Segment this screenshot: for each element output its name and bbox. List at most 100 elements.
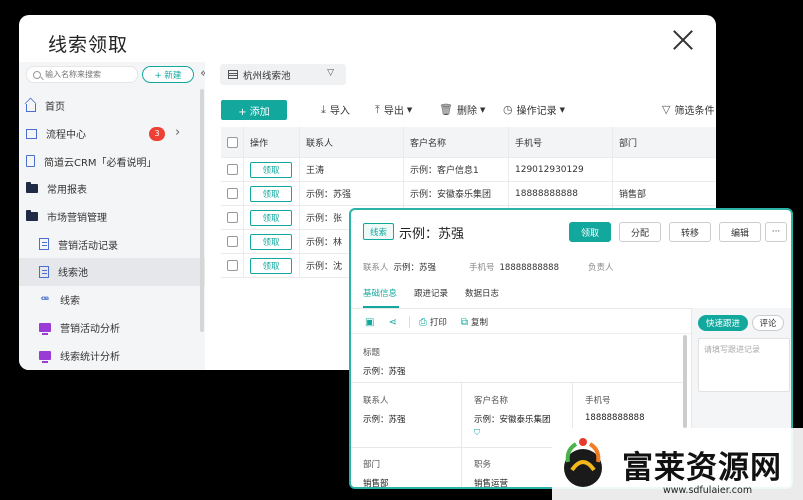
field-value: 销售运营 xyxy=(474,479,509,489)
export-button[interactable]: ⤒ 导出 ▼ xyxy=(375,102,412,118)
view-selector[interactable]: 杭州线索池 ▽ xyxy=(220,64,346,85)
sidebar-item-label: 流程中心 xyxy=(46,130,86,142)
list-icon xyxy=(39,238,49,251)
header-department: 部门 xyxy=(619,138,638,149)
sidebar-item-leads[interactable]: ꟹ 线索 xyxy=(19,286,205,314)
print-icon: ⎙ xyxy=(418,316,427,328)
transfer-button[interactable]: 转移 xyxy=(669,222,711,242)
sidebar-item-label: 市场营销管理 xyxy=(47,213,107,225)
sidebar-item-home[interactable]: 首页 xyxy=(19,92,205,120)
claim-button[interactable]: 领取 xyxy=(250,257,292,274)
header-phone: 手机号 xyxy=(509,127,613,157)
row-checkbox[interactable] xyxy=(226,236,238,247)
field-key: 标题 xyxy=(363,348,381,358)
quick-follow-up-tab[interactable]: 快速跟进 xyxy=(698,315,748,331)
assign-button[interactable]: 分配 xyxy=(619,222,661,242)
close-icon[interactable] xyxy=(672,29,694,51)
claim-button[interactable]: 领取 xyxy=(569,222,611,242)
operation-cell: 领取 xyxy=(244,230,300,253)
sidebar-scrollbar[interactable] xyxy=(200,89,204,332)
tab-follow-up[interactable]: 跟进记录 xyxy=(414,287,448,299)
field-key: 客户名称 xyxy=(474,396,509,406)
view-name: 杭州线索池 xyxy=(243,70,291,82)
table-row[interactable]: 领取 示例：苏强 示例：安徽泰乐集团 18888888888 销售部 xyxy=(221,182,716,206)
new-button[interactable]: + 新建 xyxy=(142,66,194,83)
meta-phone: 手机号 18888888888 xyxy=(469,261,559,273)
select-cell xyxy=(221,158,244,181)
sidebar-item-campaign-analysis[interactable]: 营销活动分析 xyxy=(19,314,205,342)
import-icon: ⤓ xyxy=(321,102,326,116)
field-department: 部门 销售部 xyxy=(363,458,389,489)
share-icon[interactable]: ⋖ xyxy=(388,317,396,328)
add-button[interactable]: + 添加 xyxy=(221,100,287,120)
follow-up-textarea[interactable]: 请填写跟进记录 xyxy=(698,338,790,392)
sidebar-item-reports[interactable]: 常用报表 xyxy=(19,175,205,203)
print-button[interactable]: 打印 xyxy=(430,316,447,328)
customer-cell: 示例：安徽泰乐集团 xyxy=(404,182,509,205)
table-header: 操作 联系人 客户名称 手机号 部门 xyxy=(221,127,716,158)
claim-button[interactable]: 领取 xyxy=(250,185,292,202)
table-row[interactable]: 领取 王涛 示例：客户信息1 129012930129 xyxy=(221,158,716,182)
meta-value: 18888888888 xyxy=(499,263,560,273)
filter-button[interactable]: ▽ 筛选条件 xyxy=(662,102,714,117)
verified-icon: ⛉ xyxy=(474,428,480,437)
copy-button[interactable]: 复制 xyxy=(471,316,488,328)
operation-cell: 领取 xyxy=(244,182,300,205)
contact-cell: 王涛 xyxy=(300,158,404,181)
search-box[interactable] xyxy=(26,66,138,83)
detail-tabs: 基础信息 跟进记录 数据日志 xyxy=(363,287,516,299)
claim-button[interactable]: 领取 xyxy=(250,161,292,178)
sidebar-item-label: 常用报表 xyxy=(47,185,87,197)
select-cell xyxy=(221,206,244,229)
detail-scrollbar[interactable] xyxy=(683,335,687,428)
sidebar-item-flow-center[interactable]: 流程中心 3 › xyxy=(19,120,205,148)
row-checkbox[interactable] xyxy=(226,164,238,175)
divider xyxy=(408,316,410,328)
field-key: 手机号 xyxy=(585,396,611,406)
chevron-right-icon[interactable]: › xyxy=(175,125,180,140)
row-checkbox[interactable] xyxy=(226,188,238,199)
operation-cell: 领取 xyxy=(244,254,300,277)
import-label: 导入 xyxy=(329,106,350,117)
sidebar-item-lead-stats[interactable]: 线索统计分析 xyxy=(19,341,205,369)
operation-log-button[interactable]: ◷ 操作记录 ▼ xyxy=(503,102,565,117)
tab-basic-info[interactable]: 基础信息 xyxy=(363,287,397,299)
phone-cell: 18888888888 xyxy=(509,182,613,205)
tab-data-log[interactable]: 数据日志 xyxy=(465,287,499,299)
edit-button[interactable]: 编辑 xyxy=(719,222,761,242)
image-icon[interactable]: ▣ xyxy=(365,317,374,328)
sidebar-item-lead-pool[interactable]: 线索池 xyxy=(19,258,205,286)
row-checkbox[interactable] xyxy=(226,212,238,223)
sidebar-item-crm-guide[interactable]: 简道云CRM「必看说明」 xyxy=(19,147,205,175)
search-input[interactable] xyxy=(45,70,125,79)
delete-button[interactable]: 🗑 删除 ▼ xyxy=(439,102,485,117)
sidebar-item-label: 简道云CRM「必看说明」 xyxy=(44,157,157,169)
copy-icon: ⧉ xyxy=(460,316,468,328)
field-value: 销售部 xyxy=(363,479,389,489)
more-icon[interactable]: ··· xyxy=(765,222,787,242)
import-button[interactable]: ⤓ 导入 xyxy=(321,102,350,118)
field-value: 18888888888 xyxy=(585,413,645,423)
meta-contact: 联系人 示例：苏强 xyxy=(363,261,436,273)
claim-button[interactable]: 领取 xyxy=(250,209,292,226)
watermark-name: 富莱资源网 xyxy=(622,450,782,486)
detail-title: 示例：苏强 xyxy=(399,227,465,242)
divider xyxy=(351,382,687,383)
detail-tools: ▣ ⋖ ⎙ 打印 ⧉ 复制 xyxy=(365,316,488,328)
department-cell xyxy=(613,158,716,181)
sidebar-item-campaign-records[interactable]: 营销活动记录 xyxy=(19,230,205,258)
filter-icon: ▽ xyxy=(662,103,671,116)
operation-cell: 领取 xyxy=(244,158,300,181)
select-all-checkbox[interactable] xyxy=(226,136,238,148)
header-contact: 联系人 xyxy=(300,127,404,157)
flow-icon xyxy=(26,128,37,139)
sidebar-item-marketing[interactable]: 市场营销管理 xyxy=(19,203,205,231)
field-contact: 联系人 示例：苏强 xyxy=(363,394,406,425)
meta-key: 手机号 xyxy=(469,263,495,273)
row-checkbox[interactable] xyxy=(226,260,238,271)
window-title: 线索领取 xyxy=(48,34,129,56)
sidebar-item-label: 线索池 xyxy=(58,268,88,280)
field-key: 职务 xyxy=(474,460,492,470)
claim-button[interactable]: 领取 xyxy=(250,233,292,250)
comment-tab[interactable]: 评论 xyxy=(752,315,784,331)
